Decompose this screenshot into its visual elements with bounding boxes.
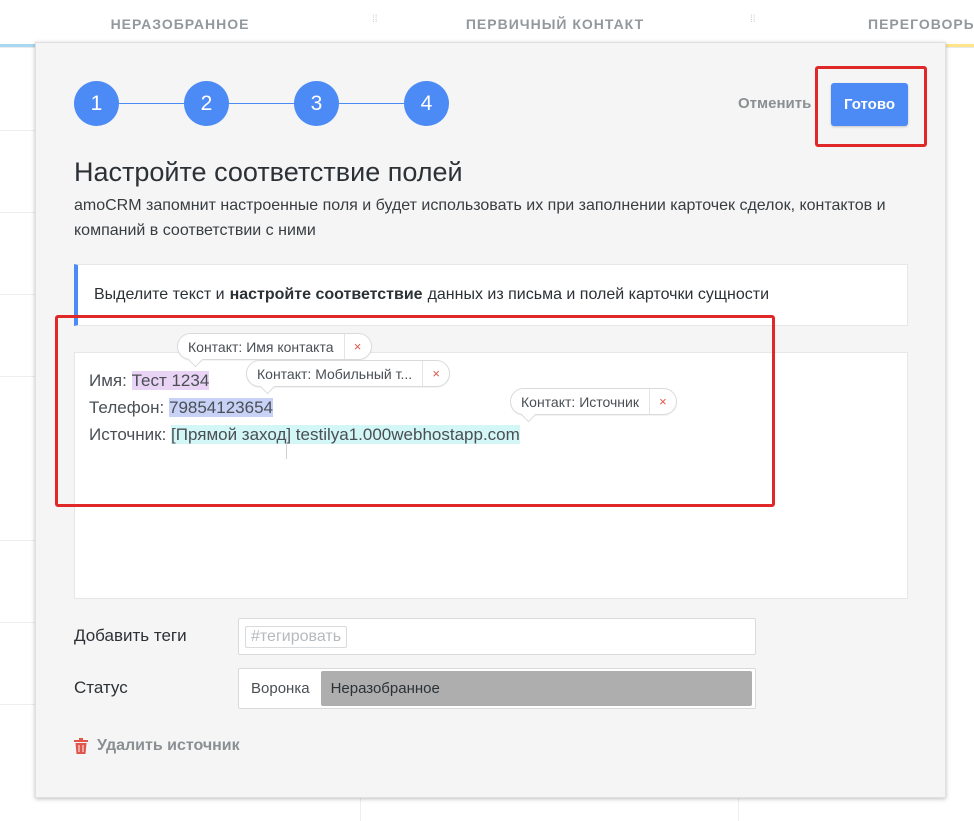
pipeline-header: НЕРАЗОБРАННОЕ ⁞⁞ ПЕРВИЧНЫЙ КОНТАКТ ⁞⁞ ПЕ… bbox=[0, 0, 974, 48]
step-1[interactable]: 1 bbox=[74, 81, 119, 126]
step-3[interactable]: 3 bbox=[294, 81, 339, 126]
delete-source-button[interactable]: Удалить источник bbox=[74, 737, 240, 755]
close-icon[interactable]: × bbox=[650, 394, 676, 409]
tags-placeholder[interactable]: #тегировать bbox=[245, 626, 348, 648]
status-stage-value[interactable]: Неразобранное bbox=[320, 671, 752, 706]
hint-text-bold: настройте соответствие bbox=[229, 286, 423, 303]
hint-text-before: Выделите текст и bbox=[94, 286, 225, 303]
hint-text-after: данных из письма и полей карточки сущнос… bbox=[427, 286, 769, 303]
step-4[interactable]: 4 bbox=[404, 81, 449, 126]
row-divider bbox=[0, 704, 36, 705]
column-header-first-contact[interactable]: ПЕРВИЧНЫЙ КОНТАКТ bbox=[372, 0, 738, 48]
close-icon[interactable]: × bbox=[423, 366, 449, 381]
tags-input[interactable]: #тегировать bbox=[238, 618, 756, 655]
field-tag-label: Контакт: Мобильный т... bbox=[247, 361, 424, 386]
field-mapping-modal: 1 2 3 4 Отменить Готово Настройте соотве… bbox=[35, 42, 946, 798]
row-divider bbox=[0, 376, 36, 377]
field-tag-contact-name[interactable]: Контакт: Имя контакта × bbox=[177, 333, 372, 360]
cancel-button[interactable]: Отменить bbox=[738, 95, 811, 112]
annotation-highlight-done bbox=[815, 66, 927, 147]
status-funnel-label: Воронка bbox=[251, 680, 310, 697]
column-header-negotiations[interactable]: ПЕРЕГОВОРЫ bbox=[750, 0, 974, 48]
close-icon[interactable]: × bbox=[345, 339, 371, 354]
column-header-unsorted[interactable]: НЕРАЗОБРАННОЕ bbox=[0, 0, 360, 48]
modal-title: Настройте соответствие полей bbox=[74, 157, 463, 187]
row-divider bbox=[0, 294, 36, 295]
field-tag-contact-mobile[interactable]: Контакт: Мобильный т... × bbox=[246, 360, 451, 387]
status-label: Статус bbox=[74, 678, 128, 697]
field-tag-label: Контакт: Источник bbox=[511, 389, 650, 414]
step-connector bbox=[339, 103, 404, 104]
row-divider bbox=[0, 130, 36, 131]
row-divider bbox=[0, 622, 36, 623]
delete-source-label: Удалить источник bbox=[97, 737, 240, 754]
wizard-steps: 1 2 3 4 bbox=[74, 81, 449, 126]
row-divider bbox=[0, 212, 36, 213]
field-tag-contact-source[interactable]: Контакт: Источник × bbox=[510, 388, 677, 415]
step-connector bbox=[229, 103, 294, 104]
trash-icon bbox=[74, 738, 88, 754]
field-tag-label: Контакт: Имя контакта bbox=[178, 334, 345, 359]
step-connector bbox=[119, 103, 184, 104]
modal-subtitle: amoCRM запомнит настроенные поля и будет… bbox=[74, 197, 886, 239]
step-2[interactable]: 2 bbox=[184, 81, 229, 126]
row-divider bbox=[0, 540, 36, 541]
status-select[interactable]: Воронка Неразобранное bbox=[238, 668, 756, 709]
tags-label: Добавить теги bbox=[74, 626, 187, 645]
